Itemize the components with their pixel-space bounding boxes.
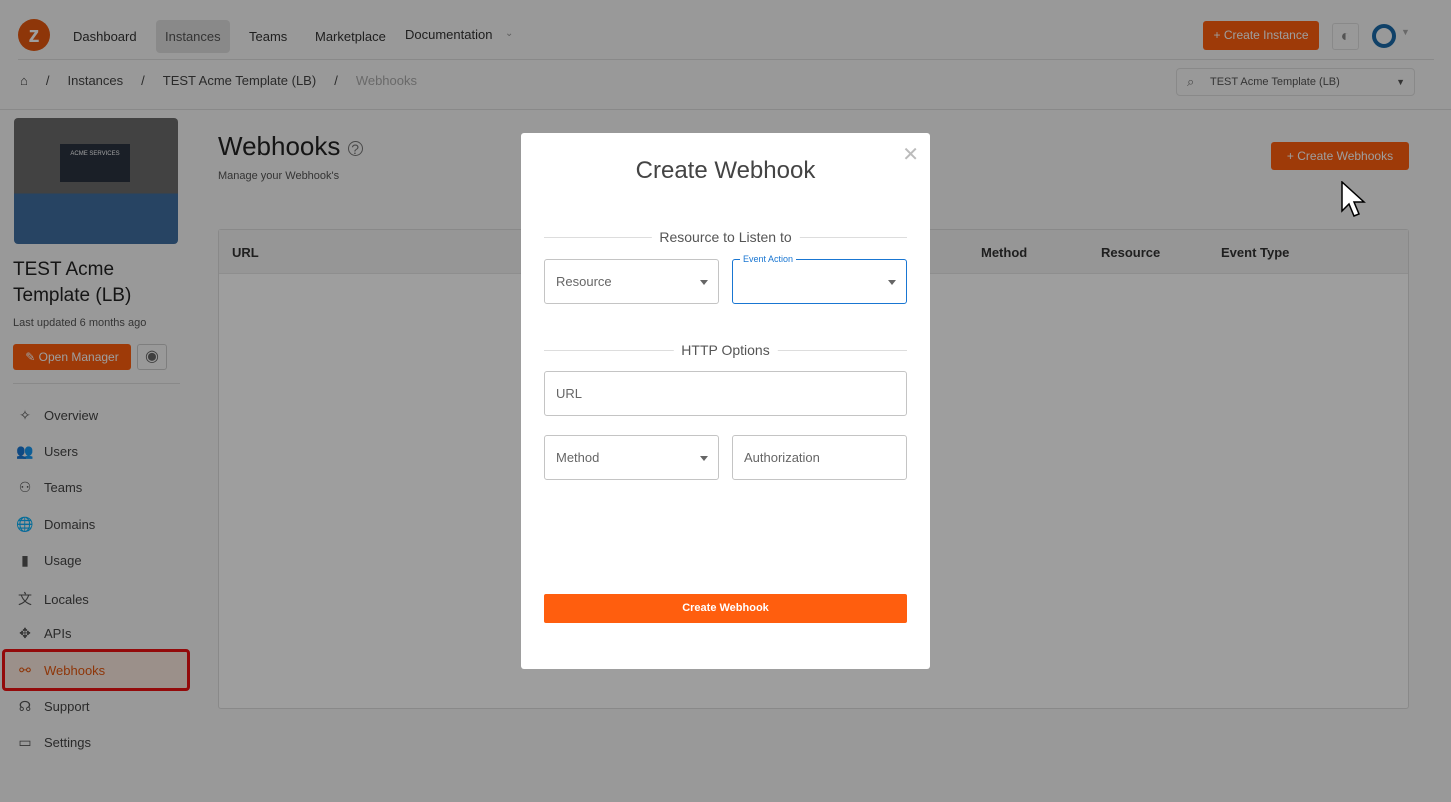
section-http: HTTP Options [544,342,907,358]
create-webhook-modal: ✕ Create Webhook Resource to Listen to R… [521,133,930,669]
event-action-select[interactable]: Event Action [732,253,907,304]
method-select[interactable]: Method [544,435,719,480]
modal-title: Create Webhook [635,157,816,184]
event-action-label: Event Action [740,253,797,265]
authorization-input[interactable]: Authorization [732,435,907,480]
section-resource: Resource to Listen to [544,229,907,245]
mouse-cursor-icon [1341,181,1366,217]
caret-down-icon [700,456,708,461]
resource-select[interactable]: Resource [544,259,719,304]
caret-down-icon [700,280,708,285]
caret-down-icon [888,280,896,285]
url-input[interactable]: URL [544,371,907,416]
create-webhook-submit[interactable]: Create Webhook [544,594,907,623]
